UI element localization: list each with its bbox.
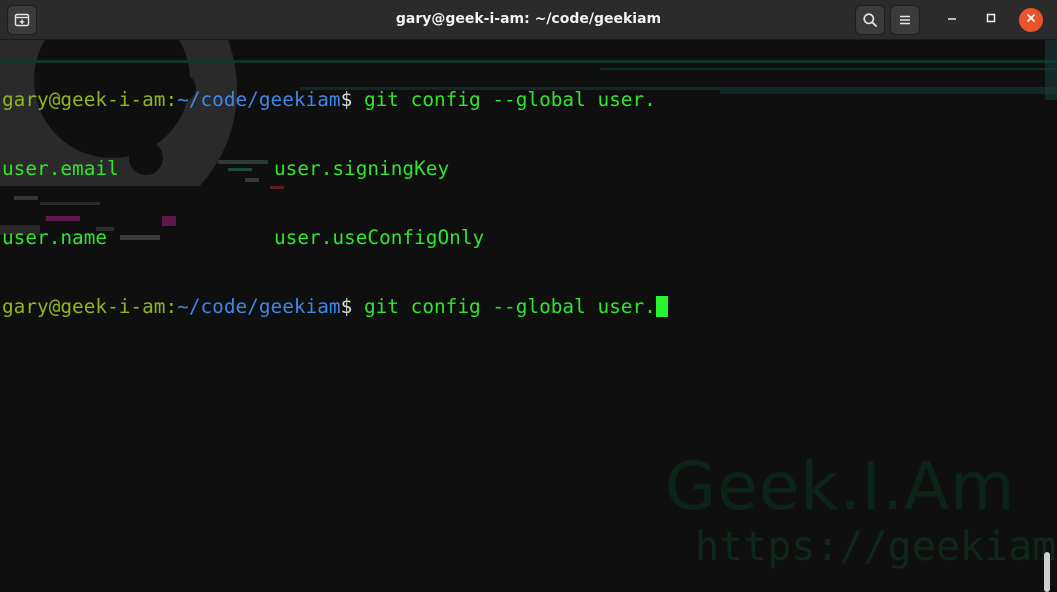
watermark-url: https://geekiam.io: [695, 524, 1057, 570]
completion-item: user.signingKey: [274, 157, 450, 180]
new-tab-button[interactable]: [7, 5, 37, 35]
watermark-title: Geek.I.Am: [665, 448, 1016, 525]
maximize-button[interactable]: [979, 8, 1003, 32]
prompt-user-host: gary@geek-i-am: [2, 295, 166, 318]
completion-row: user.name user.useConfigOnly: [2, 226, 668, 249]
menu-button[interactable]: [890, 5, 920, 35]
terminal-output: gary@geek-i-am:~/code/geekiam$ git confi…: [2, 42, 668, 364]
completion-row: user.email user.signingKey: [2, 157, 668, 180]
completion-item: user.email: [2, 157, 119, 180]
minimize-button[interactable]: [940, 8, 964, 32]
command-text: git config --global user.: [352, 295, 656, 318]
prompt-path: ~/code/geekiam: [177, 295, 341, 318]
prompt-line: gary@geek-i-am:~/code/geekiam$ git confi…: [2, 88, 668, 111]
terminal-area[interactable]: Geek.I.Am https://geekiam.io gary@geek-i…: [0, 40, 1057, 592]
maximize-icon: [985, 11, 997, 29]
completion-item: user.useConfigOnly: [274, 226, 485, 249]
terminal-window: gary@geek-i-am: ~/code/geekiam Geek.I.Am…: [0, 0, 1057, 592]
prompt-dollar: $: [340, 295, 353, 318]
close-icon: [1025, 11, 1037, 29]
prompt-colon: :: [165, 88, 178, 111]
prompt-dollar: $: [340, 88, 353, 111]
prompt-path: ~/code/geekiam: [177, 88, 341, 111]
scrollbar-thumb[interactable]: [1044, 552, 1050, 592]
search-button[interactable]: [855, 5, 885, 35]
prompt-user-host: gary@geek-i-am: [2, 88, 166, 111]
search-icon: [862, 12, 878, 28]
prompt-line: gary@geek-i-am:~/code/geekiam$ git confi…: [2, 295, 668, 318]
prompt-colon: :: [165, 295, 178, 318]
title-bar: gary@geek-i-am: ~/code/geekiam: [0, 0, 1057, 40]
minimize-icon: [946, 11, 958, 29]
hamburger-menu-icon: [898, 13, 912, 27]
command-text: git config --global user.: [352, 88, 656, 111]
completion-item: user.name: [2, 226, 108, 249]
text-cursor[interactable]: [655, 296, 668, 317]
new-tab-icon: [14, 12, 30, 28]
close-button[interactable]: [1019, 8, 1043, 32]
